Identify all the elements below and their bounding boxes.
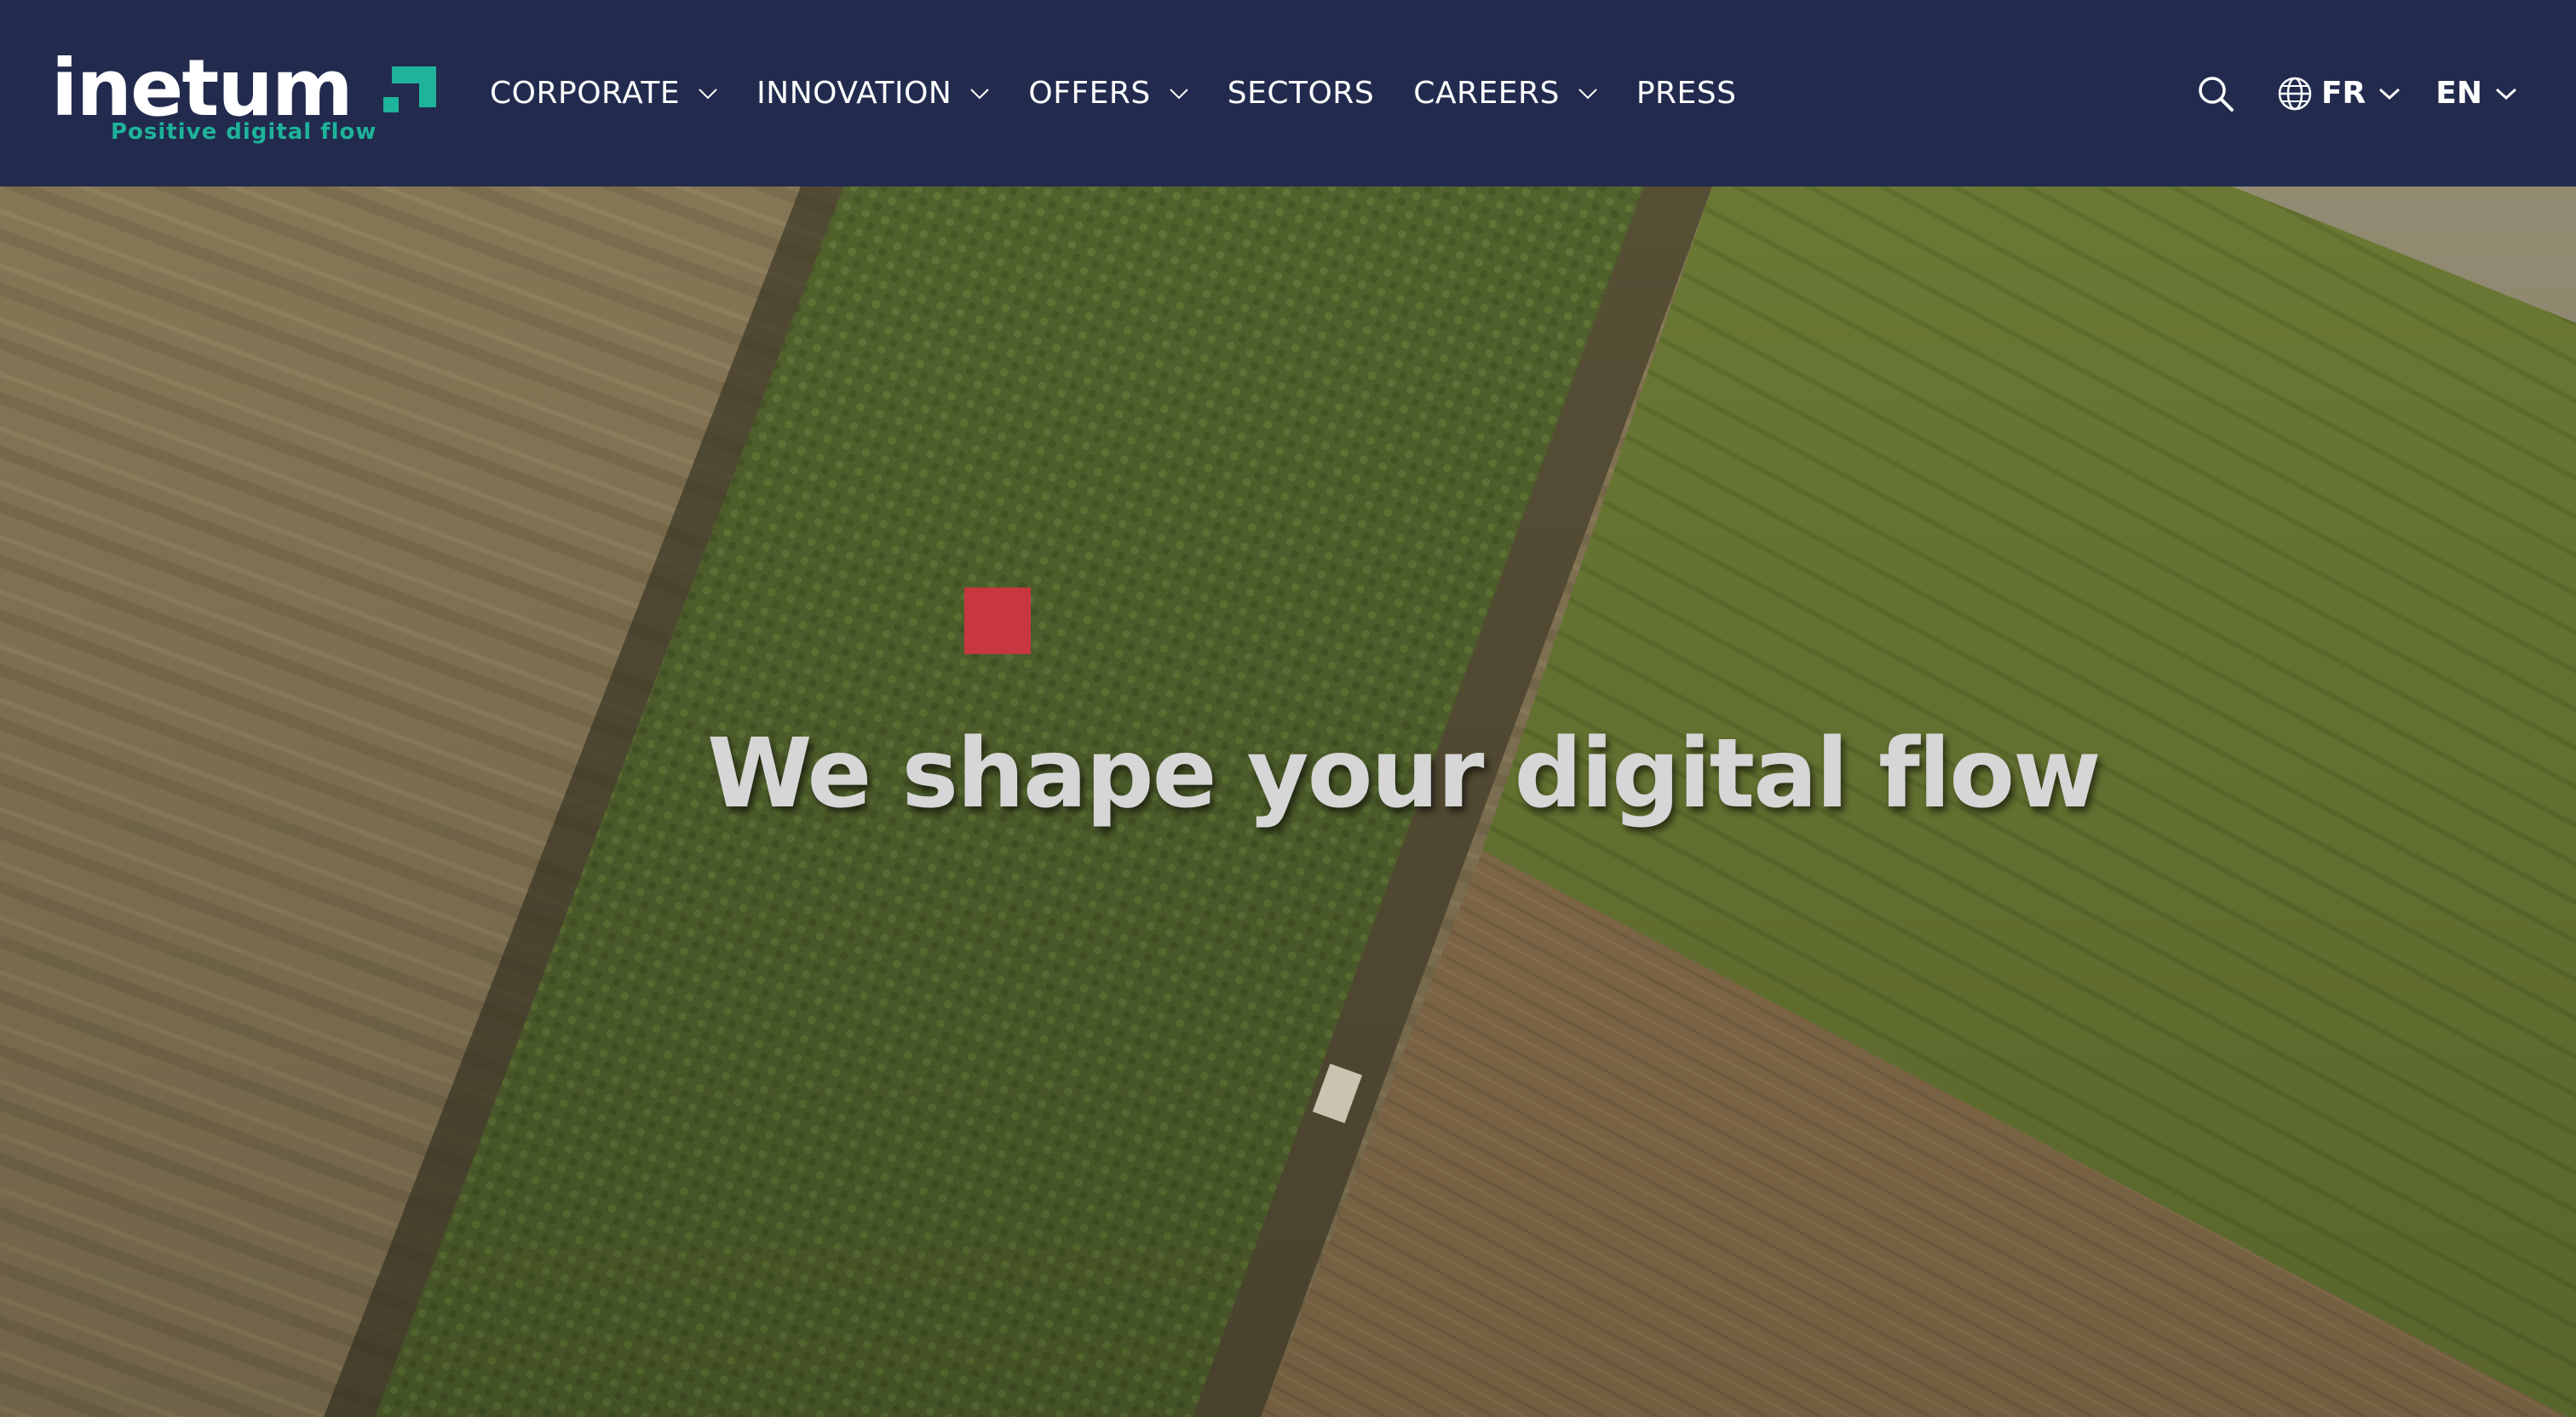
chevron-down-icon <box>970 88 990 99</box>
hero-title: We shape your digital flow <box>707 719 2102 829</box>
nav-item-offers[interactable]: OFFERS <box>1028 68 1188 119</box>
nav-item-innovation[interactable]: INNOVATION <box>756 68 990 119</box>
nav-label: CORPORATE <box>490 76 681 111</box>
chevron-down-icon <box>2496 88 2516 100</box>
chevron-down-icon <box>1170 88 1188 99</box>
language-label: EN <box>2435 76 2482 111</box>
language-selector[interactable]: EN <box>2435 76 2516 111</box>
nav-item-press[interactable]: PRESS <box>1636 68 1737 119</box>
hero-section: We shape your digital flow <box>0 186 2576 1417</box>
main-nav: CORPORATE INNOVATION OFFERS SECTORS CARE… <box>490 0 1776 186</box>
logo-wordmark: inetum <box>51 43 354 134</box>
logo-mark-icon <box>383 66 436 112</box>
nav-label: PRESS <box>1636 76 1737 111</box>
nav-label: INNOVATION <box>756 76 952 111</box>
header-tools: FR EN <box>2197 0 2516 186</box>
logo-tagline: Positive digital flow <box>111 119 377 145</box>
site-header: inetum Positive digital flow CORPORATE I… <box>0 0 2576 186</box>
globe-icon <box>2278 77 2312 110</box>
nav-label: OFFERS <box>1028 76 1151 111</box>
chevron-down-icon <box>699 88 717 99</box>
region-selector[interactable]: FR <box>2277 76 2401 112</box>
accent-square <box>964 588 1031 654</box>
search-icon[interactable] <box>2197 75 2234 112</box>
nav-item-sectors[interactable]: SECTORS <box>1228 68 1374 119</box>
chevron-down-icon <box>2379 88 2401 100</box>
region-label: FR <box>2320 76 2366 111</box>
nav-item-careers[interactable]: CAREERS <box>1413 68 1597 119</box>
nav-label: SECTORS <box>1227 76 1375 111</box>
nav-label: CAREERS <box>1413 76 1560 111</box>
chevron-down-icon <box>1578 88 1597 99</box>
inetum-logo[interactable]: inetum Positive digital flow <box>51 43 436 147</box>
nav-item-corporate[interactable]: CORPORATE <box>490 68 717 119</box>
